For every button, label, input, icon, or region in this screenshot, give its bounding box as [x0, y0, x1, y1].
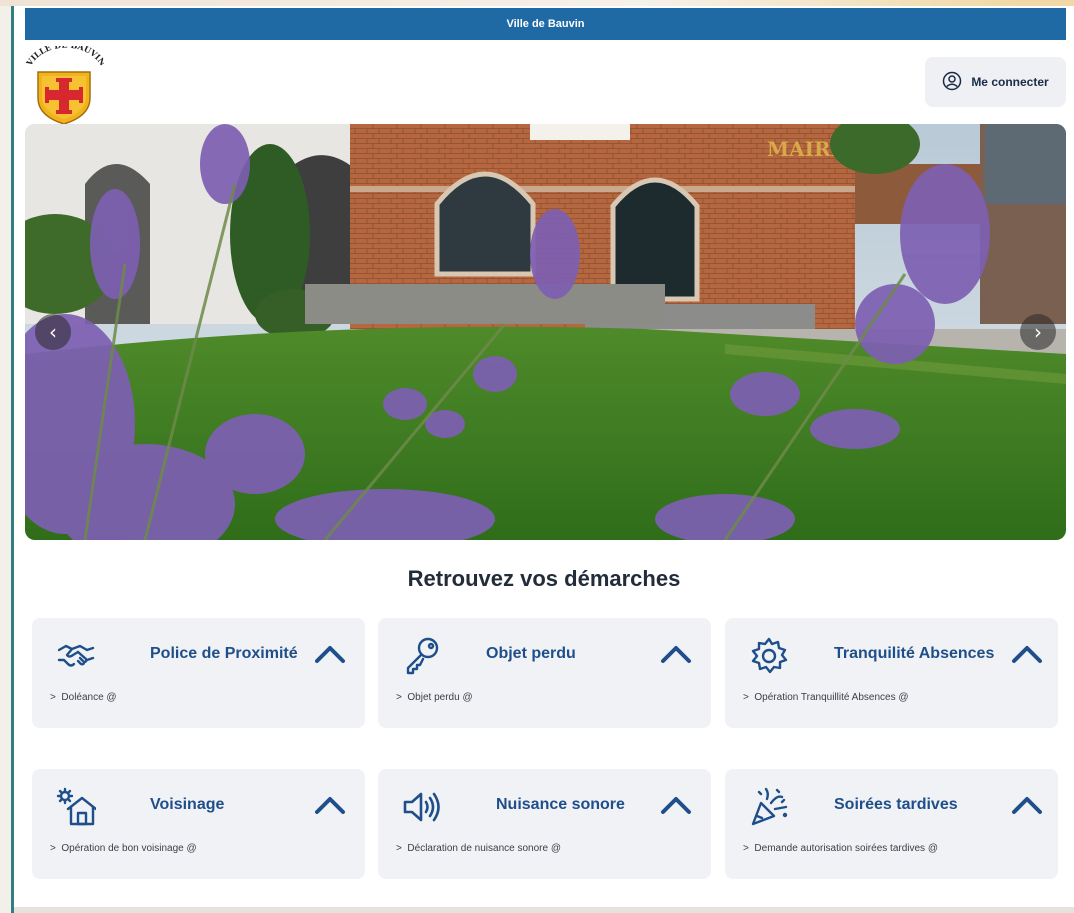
city-name: Ville de Bauvin: [506, 18, 585, 30]
card-police-de-proximite[interactable]: Police de Proximité > Doléance @: [32, 618, 365, 728]
hero-carousel[interactable]: MAIRIE ‹ ›: [25, 124, 1066, 540]
card-link[interactable]: > Déclaration de nuisance sonore @: [396, 843, 561, 854]
logo-text: VILLE DE BAUVIN: [23, 40, 108, 69]
chevron-up-icon[interactable]: [659, 640, 693, 668]
card-link[interactable]: > Objet perdu @: [396, 692, 473, 703]
party-popper-icon: [749, 787, 789, 827]
hero-image: MAIRIE: [25, 124, 1066, 540]
card-title: Police de Proximité: [150, 645, 298, 662]
chevron-up-icon[interactable]: [1010, 640, 1044, 668]
login-label: Me connecter: [971, 75, 1049, 89]
carousel-prev-button[interactable]: ‹: [35, 314, 71, 350]
page: Ville de Bauvin VILLE DE BAUVIN: [14, 6, 1074, 913]
card-tranquilite-absences[interactable]: Tranquilité Absences > Opération Tranqui…: [725, 618, 1058, 728]
carousel-next-button[interactable]: ›: [1020, 314, 1056, 350]
card-title: Tranquilité Absences: [834, 645, 995, 662]
footer-strip: [14, 907, 1074, 913]
login-button[interactable]: Me connecter: [925, 57, 1066, 107]
svg-text:VILLE DE BAUVIN: VILLE DE BAUVIN: [24, 46, 104, 68]
card-soirees-tardives[interactable]: Soirées tardives > Demande autorisation …: [725, 769, 1058, 879]
handshake-icon: [56, 636, 96, 676]
card-nuisance-sonore[interactable]: Nuisance sonore > Déclaration de nuisanc…: [378, 769, 711, 879]
section-title: Retrouvez vos démarches: [407, 566, 681, 591]
card-title: Soirées tardives: [834, 796, 958, 813]
card-link[interactable]: > Doléance @: [50, 692, 117, 703]
card-title: Voisinage: [150, 796, 225, 813]
card-link[interactable]: > Opération de bon voisinage @: [50, 843, 197, 854]
card-voisinage[interactable]: Voisinage > Opération de bon voisinage @: [32, 769, 365, 879]
city-logo[interactable]: VILLE DE BAUVIN: [23, 40, 108, 126]
gear-icon: [749, 636, 789, 676]
card-title: Nuisance sonore: [496, 796, 625, 813]
city-banner: Ville de Bauvin: [25, 8, 1066, 40]
card-title: Objet perdu: [486, 645, 576, 662]
user-circle-icon: [942, 71, 962, 94]
key-icon: [402, 636, 442, 676]
chevron-up-icon[interactable]: [1010, 791, 1044, 819]
card-link[interactable]: > Opération Tranquillité Absences @: [743, 692, 909, 703]
card-objet-perdu[interactable]: Objet perdu > Objet perdu @: [378, 618, 711, 728]
chevron-up-icon[interactable]: [659, 791, 693, 819]
chevron-up-icon[interactable]: [313, 791, 347, 819]
house-gear-icon: [56, 787, 98, 827]
card-link[interactable]: > Demande autorisation soirées tardives …: [743, 843, 938, 854]
chevron-up-icon[interactable]: [313, 640, 347, 668]
speaker-icon: [402, 787, 442, 827]
